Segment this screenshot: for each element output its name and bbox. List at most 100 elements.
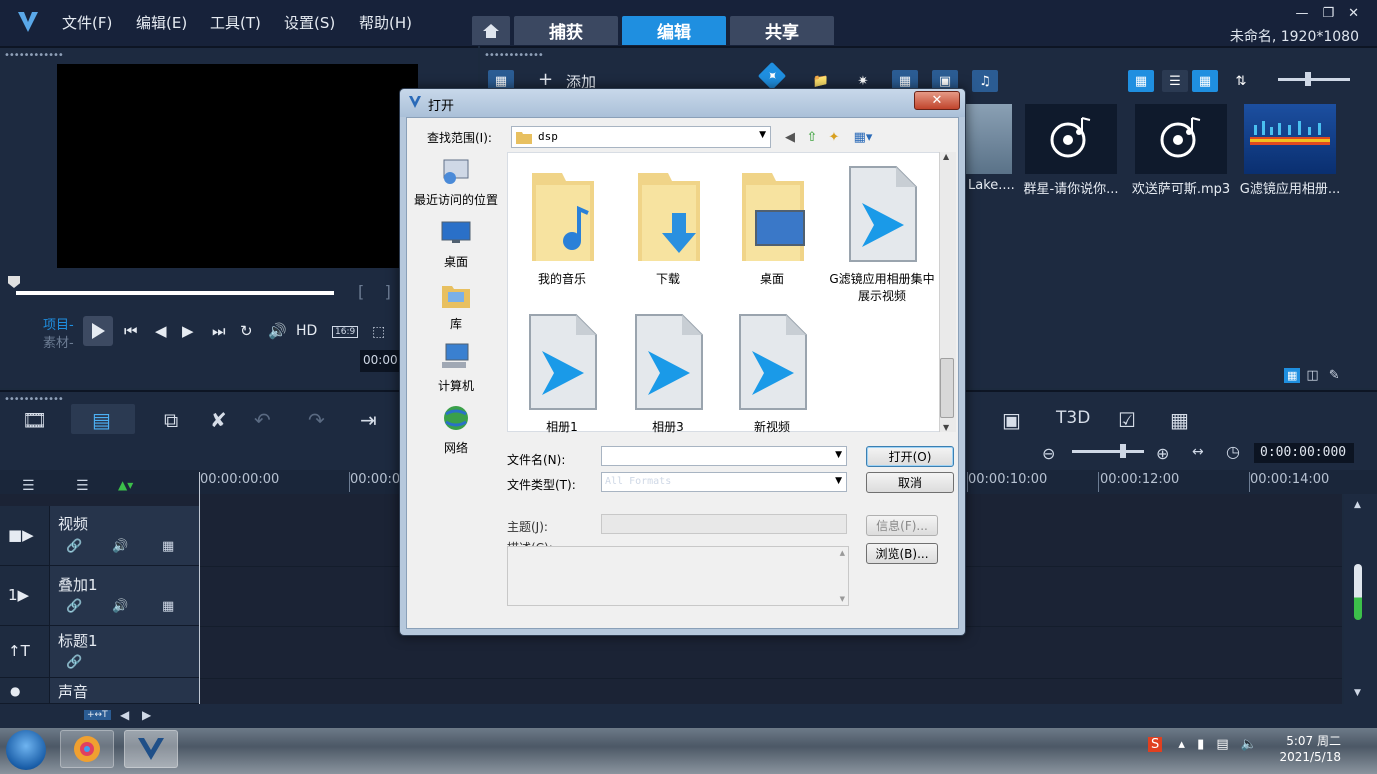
scroll-down-icon[interactable]: ▼ bbox=[1354, 688, 1361, 698]
library-panel-icon[interactable]: ▦ bbox=[1284, 368, 1301, 383]
sort-icon[interactable]: ⇅ bbox=[1228, 70, 1254, 92]
show-audio-icon[interactable]: ♫ bbox=[972, 70, 998, 92]
undo-icon[interactable]: ↶ bbox=[254, 408, 271, 432]
zoom-knob[interactable] bbox=[1120, 444, 1126, 458]
thumb-size-knob[interactable] bbox=[1305, 72, 1311, 86]
close-icon[interactable]: ✕ bbox=[1348, 6, 1359, 21]
overlay-track-icon[interactable]: 1▶ bbox=[0, 566, 50, 626]
scroll-left-icon[interactable]: ◀ bbox=[120, 708, 129, 722]
taskbar-videostudio[interactable] bbox=[124, 730, 178, 768]
tools-icon[interactable]: ✘ bbox=[210, 408, 227, 432]
fit-timeline-icon[interactable]: ↔ bbox=[1192, 444, 1204, 460]
zoom-in-icon[interactable]: ⊕ bbox=[1156, 444, 1169, 463]
back-icon[interactable]: ◀ bbox=[781, 128, 799, 146]
capture-icon[interactable]: ▣ bbox=[1002, 408, 1021, 432]
place-recent[interactable]: 最近访问的位置 bbox=[411, 156, 501, 208]
panel-grip[interactable]: •••••••••••• bbox=[484, 50, 544, 61]
timeline-scrollbar[interactable]: ▲ ▼ bbox=[1344, 494, 1377, 704]
edit-icon[interactable]: ✎ bbox=[1329, 368, 1340, 383]
filename-field[interactable]: ▼ bbox=[601, 446, 847, 466]
up-folder-icon[interactable]: ⇧ bbox=[803, 128, 821, 146]
aspect-ratio[interactable]: 16:9 bbox=[332, 326, 359, 338]
go-start-icon[interactable]: ⏮ bbox=[124, 322, 138, 340]
view-thumb-icon[interactable]: ▦ bbox=[1128, 70, 1154, 92]
scroll-up-icon[interactable]: ▲ bbox=[943, 152, 949, 161]
timeline-view-icon[interactable]: ▤ bbox=[92, 408, 111, 432]
browse-button[interactable]: 浏览(B)... bbox=[866, 543, 938, 564]
scroll-right-icon[interactable]: ▶ bbox=[142, 708, 151, 722]
place-network[interactable]: 网络 bbox=[411, 404, 501, 456]
play-button[interactable] bbox=[83, 316, 113, 346]
link-icon[interactable]: 🔗 bbox=[66, 655, 82, 670]
file-item[interactable]: 新视频 bbox=[722, 311, 822, 435]
dialog-close-button[interactable]: ✕ bbox=[914, 91, 960, 110]
crop-icon[interactable]: ⬚ bbox=[372, 324, 385, 340]
add-icon[interactable]: + bbox=[538, 69, 553, 90]
add-track-badge[interactable]: +↔T bbox=[84, 710, 111, 720]
timeline-timecode[interactable]: 0:00:00:000 bbox=[1254, 443, 1354, 463]
subtitle-icon[interactable]: ▦ bbox=[1170, 408, 1189, 432]
mode-clip[interactable]: 素材- bbox=[43, 332, 74, 351]
hd-toggle[interactable]: HD bbox=[296, 323, 317, 339]
open-button[interactable]: 打开(O) bbox=[866, 446, 954, 467]
network-icon[interactable]: ▤ bbox=[1216, 737, 1228, 752]
library-item[interactable]: 群星-请你说你... bbox=[1019, 104, 1123, 197]
link-icon[interactable]: 🔗 bbox=[66, 599, 82, 614]
volume-icon[interactable]: 🔊 bbox=[268, 322, 287, 340]
clock-time[interactable]: 5:07 周二 bbox=[1286, 732, 1341, 749]
file-item[interactable]: 相册1 bbox=[512, 311, 612, 435]
tab-share[interactable]: 共享 bbox=[730, 16, 834, 45]
start-button[interactable] bbox=[6, 730, 46, 770]
menu-settings[interactable]: 设置(S) bbox=[284, 12, 335, 33]
storyboard-view-icon[interactable]: 🎞 bbox=[22, 408, 47, 432]
video-track-icon[interactable]: ■▶ bbox=[0, 506, 50, 566]
mode-project[interactable]: 项目- bbox=[43, 314, 74, 333]
playhead[interactable] bbox=[199, 472, 200, 704]
file-list[interactable]: 我的音乐 下载 桌面 G滤镜应用相册集中展示视频 相册1 相册3 新视频 bbox=[507, 152, 949, 435]
preview-screen[interactable] bbox=[57, 64, 418, 268]
menu-file[interactable]: 文件(F) bbox=[62, 12, 112, 33]
track-manager-icon[interactable]: ☰ bbox=[22, 478, 35, 494]
zoom-slider[interactable] bbox=[1072, 450, 1144, 453]
copy-track-icon[interactable]: ⧉ bbox=[164, 408, 178, 432]
3d-title-icon[interactable]: T3D bbox=[1056, 408, 1090, 428]
menu-tools[interactable]: 工具(T) bbox=[210, 12, 261, 33]
redo-icon[interactable]: ↷ bbox=[308, 408, 325, 432]
clock-date[interactable]: 2021/5/18 bbox=[1279, 750, 1341, 764]
track-volume-icon[interactable]: 🔊 bbox=[112, 539, 128, 554]
track-visibility-icon[interactable]: ▦ bbox=[162, 539, 174, 554]
file-item[interactable]: G滤镜应用相册集中展示视频 bbox=[826, 163, 938, 304]
cancel-button[interactable]: 取消 bbox=[866, 472, 954, 493]
device-icon[interactable]: ▮ bbox=[1197, 737, 1204, 752]
file-item[interactable]: 桌面 bbox=[722, 163, 822, 287]
minimize-icon[interactable]: — bbox=[1295, 6, 1308, 21]
scrubber-bar[interactable] bbox=[16, 291, 334, 295]
repeat-icon[interactable]: ↻ bbox=[240, 322, 253, 340]
home-tab[interactable] bbox=[472, 16, 510, 45]
info-button[interactable]: 信息(F)... bbox=[866, 515, 938, 536]
file-item[interactable]: 相册3 bbox=[618, 311, 718, 435]
prev-frame-icon[interactable]: ◀ bbox=[155, 322, 167, 340]
go-end-icon[interactable]: ⏭ bbox=[212, 322, 226, 340]
file-item[interactable]: 我的音乐 bbox=[512, 163, 612, 287]
restore-icon[interactable]: ❐ bbox=[1322, 6, 1334, 21]
sound-track-icon[interactable]: ● bbox=[0, 678, 50, 704]
place-computer[interactable]: 计算机 bbox=[411, 342, 501, 394]
preview-timecode[interactable]: 00:00 bbox=[360, 350, 400, 372]
taskbar-browser[interactable] bbox=[60, 730, 114, 768]
view-grid-icon[interactable]: ▦ bbox=[1192, 70, 1218, 92]
scroll-thumb[interactable] bbox=[1354, 564, 1362, 620]
panel-grip[interactable]: •••••••••••• bbox=[4, 50, 64, 61]
mask-icon[interactable]: ☑ bbox=[1118, 408, 1136, 432]
panel-grip[interactable]: •••••••••••• bbox=[4, 394, 64, 405]
place-desktop[interactable]: 桌面 bbox=[411, 218, 501, 270]
menu-help[interactable]: 帮助(H) bbox=[359, 12, 412, 33]
link-icon[interactable]: 🔗 bbox=[66, 539, 82, 554]
marker-icon[interactable]: ▲▾ bbox=[118, 478, 133, 492]
tab-capture[interactable]: 捕获 bbox=[514, 16, 618, 45]
new-folder-icon[interactable]: ✦ bbox=[825, 128, 843, 146]
fit-project-icon[interactable]: ⇥ bbox=[360, 408, 377, 432]
place-library[interactable]: 库 bbox=[411, 280, 501, 332]
scroll-down-icon[interactable]: ▼ bbox=[943, 423, 949, 432]
library-item[interactable]: 欢送萨可斯.mp3 bbox=[1129, 104, 1233, 197]
